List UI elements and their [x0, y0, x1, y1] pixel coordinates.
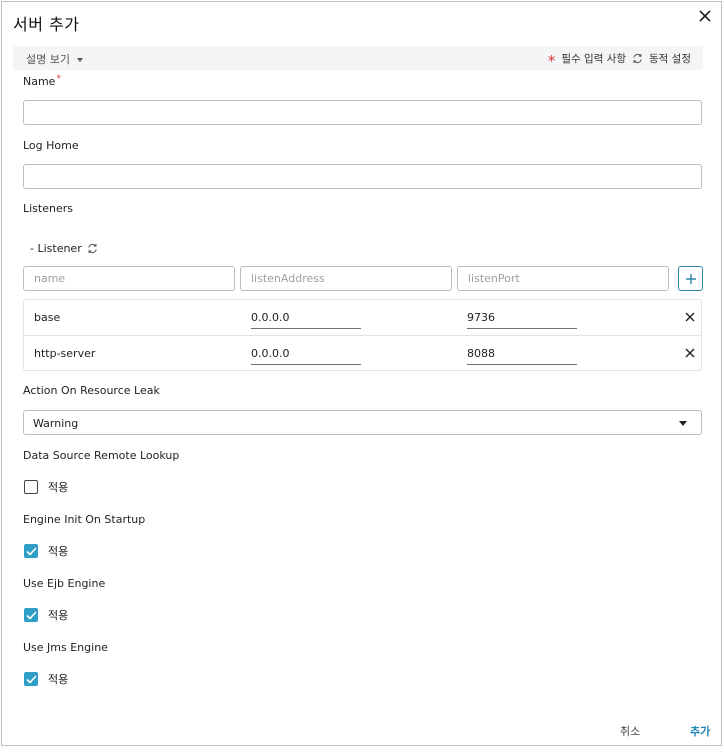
info-bar: 설명 보기 * 필수 입력 사항 동적 설정 [13, 46, 703, 70]
data-source-remote-lookup-checkbox[interactable]: 적용 [24, 479, 68, 495]
checkbox-label: 적용 [48, 481, 69, 494]
close-icon[interactable] [698, 9, 712, 23]
listener-address-input[interactable] [240, 266, 452, 291]
checkbox-label: 적용 [48, 545, 69, 558]
use-jms-engine-label: Use Jms Engine [23, 641, 108, 654]
use-ejb-engine-label: Use Ejb Engine [23, 577, 106, 590]
field-legend: * 필수 입력 사항 동적 설정 [547, 51, 691, 70]
action-on-resource-leak-label: Action On Resource Leak [23, 384, 160, 397]
listener-table: base 0.0.0.0 9736 http-server 0.0.0.0 80… [23, 299, 702, 371]
add-listener-button[interactable] [678, 266, 703, 291]
chevron-down-icon [76, 57, 83, 62]
table-row: base 0.0.0.0 9736 [24, 300, 701, 335]
required-star-icon: * [547, 51, 556, 70]
name-label-text: Name [23, 75, 56, 88]
use-ejb-engine-checkbox[interactable]: 적용 [24, 607, 68, 623]
table-row: http-server 0.0.0.0 8088 [24, 335, 701, 370]
chevron-down-icon [679, 421, 687, 426]
log-home-label: Log Home [23, 139, 79, 152]
name-label: Name* [23, 74, 61, 88]
listener-port-field[interactable]: 9736 [467, 308, 577, 329]
checkbox-label: 적용 [48, 673, 69, 686]
listener-name-cell: http-server [34, 347, 96, 360]
plus-icon [685, 273, 696, 284]
add-server-dialog: 서버 추가 설명 보기 * 필수 입력 사항 동적 설정 Name* Log H… [1, 1, 722, 746]
delete-icon[interactable] [685, 312, 695, 322]
listeners-label: Listeners [23, 202, 73, 215]
data-source-remote-lookup-label: Data Source Remote Lookup [23, 449, 180, 462]
dynamic-legend-label: 동적 설정 [649, 53, 691, 65]
checkbox-box[interactable] [24, 672, 38, 686]
checkbox-label: 적용 [48, 609, 69, 622]
listener-name-cell: base [34, 311, 61, 324]
required-star-icon: * [56, 74, 61, 84]
checkbox-box[interactable] [24, 544, 38, 558]
cancel-button[interactable]: 취소 [620, 723, 640, 739]
listener-address-field[interactable]: 0.0.0.0 [251, 308, 361, 329]
listener-address-field[interactable]: 0.0.0.0 [251, 344, 361, 365]
action-on-resource-leak-select[interactable]: Warning [23, 410, 702, 435]
use-jms-engine-checkbox[interactable]: 적용 [24, 671, 68, 687]
show-description-toggle[interactable]: 설명 보기 [26, 51, 83, 67]
listener-port-input[interactable] [457, 266, 669, 291]
listener-sublabel-text: - Listener [30, 242, 82, 255]
show-description-label: 설명 보기 [26, 53, 70, 66]
check-icon [25, 674, 37, 684]
sync-icon [632, 53, 643, 64]
checkbox-box[interactable] [24, 480, 38, 494]
engine-init-on-startup-checkbox[interactable]: 적용 [24, 543, 68, 559]
add-button[interactable]: 추가 [690, 723, 710, 739]
engine-init-on-startup-label: Engine Init On Startup [23, 513, 146, 526]
required-legend-label: 필수 입력 사항 [561, 53, 627, 65]
dialog-title: 서버 추가 [13, 15, 80, 34]
sync-icon [87, 243, 98, 254]
select-value: Warning [33, 417, 79, 430]
listener-name-input[interactable] [23, 266, 235, 291]
log-home-input[interactable] [23, 164, 702, 189]
checkbox-box[interactable] [24, 608, 38, 622]
delete-icon[interactable] [685, 348, 695, 358]
check-icon [25, 546, 37, 556]
name-input[interactable] [23, 100, 702, 125]
listener-sublabel: - Listener [30, 242, 98, 255]
check-icon [25, 610, 37, 620]
listener-port-field[interactable]: 8088 [467, 344, 577, 365]
